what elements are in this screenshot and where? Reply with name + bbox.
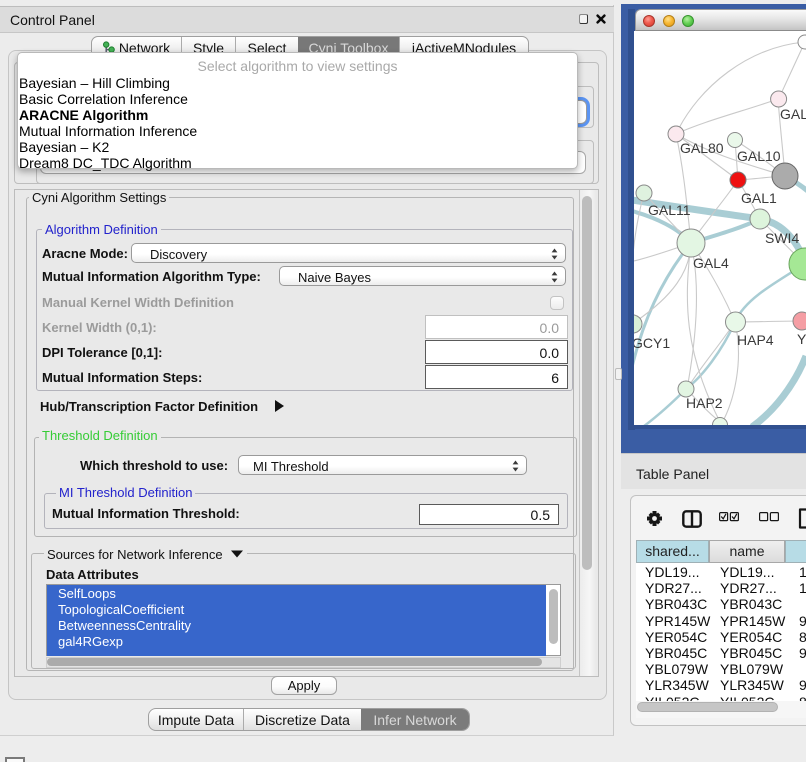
svg-text:GAL11: GAL11 (648, 202, 691, 218)
svg-text:SWI4: SWI4 (765, 230, 799, 246)
svg-text:HAP4: HAP4 (737, 332, 774, 348)
svg-text:GAL4: GAL4 (693, 255, 729, 271)
svg-text:GCY1: GCY1 (634, 335, 670, 351)
svg-text:HAP2: HAP2 (686, 395, 723, 411)
svg-text:Y: Y (797, 331, 806, 347)
svg-text:GAL: GAL (780, 106, 806, 122)
svg-text:GAL1: GAL1 (741, 190, 777, 206)
svg-text:GAL80: GAL80 (680, 140, 724, 156)
svg-text:GAL10: GAL10 (737, 148, 781, 164)
